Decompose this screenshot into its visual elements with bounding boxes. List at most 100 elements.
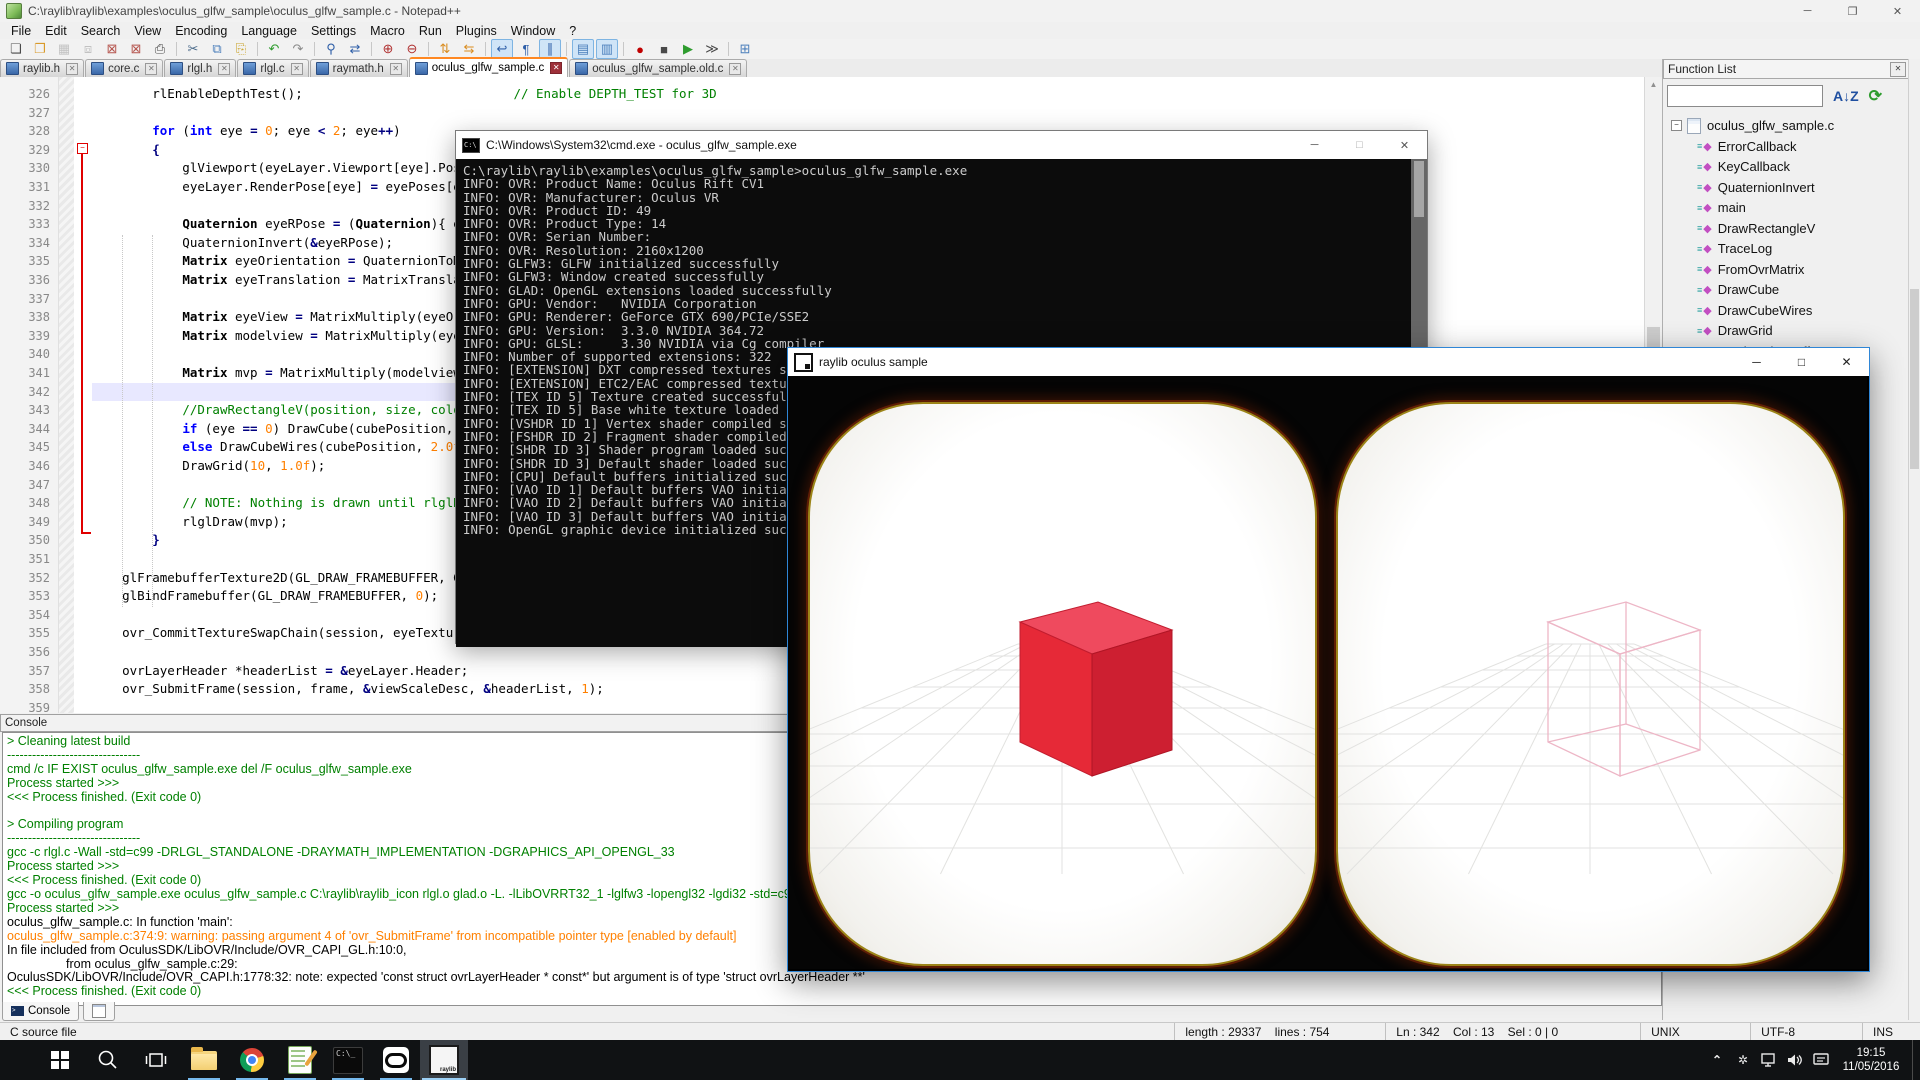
tab-close-icon[interactable]: ✕ — [390, 63, 402, 75]
tab-close-icon[interactable]: ✕ — [729, 63, 741, 75]
indent-guide-button[interactable]: ∥ — [539, 39, 561, 59]
cmd-minimize-button[interactable]: ─ — [1292, 131, 1337, 159]
menu-item-run[interactable]: Run — [412, 22, 449, 39]
start-button[interactable] — [36, 1040, 84, 1080]
tab-close-icon[interactable]: ✕ — [550, 62, 562, 74]
tree-collapse-icon[interactable]: − — [1671, 120, 1682, 131]
doc-panel-tab[interactable] — [83, 1002, 115, 1021]
cut-button[interactable]: ✂ — [182, 39, 204, 59]
word-wrap-button[interactable]: ↩ — [491, 39, 513, 59]
menu-item-encoding[interactable]: Encoding — [168, 22, 234, 39]
cmd-scrollbar-thumb[interactable] — [1414, 161, 1424, 217]
tab-rlgl.h[interactable]: rlgl.h✕ — [164, 59, 236, 77]
cmd-maximize-button[interactable]: □ — [1337, 131, 1382, 159]
cmd-titlebar[interactable]: C:\ C:\Windows\System32\cmd.exe - oculus… — [456, 131, 1427, 159]
function-list-item-KeyCallback[interactable]: ≡◆KeyCallback — [1663, 157, 1909, 178]
cmd-close-button[interactable]: ✕ — [1382, 131, 1427, 159]
tab-close-icon[interactable]: ✕ — [218, 63, 230, 75]
raylib-maximize-button[interactable]: □ — [1779, 348, 1824, 376]
taskbar-item-cmd[interactable]: C:\_ — [324, 1040, 372, 1080]
replace-button[interactable]: ⇄ — [344, 39, 366, 59]
find-button[interactable]: ⚲ — [320, 39, 342, 59]
hidden-icons-chevron[interactable]: ⌃ — [1704, 1040, 1730, 1080]
fold-collapse-icon[interactable]: − — [77, 143, 88, 154]
defender-icon[interactable]: ✲ — [1730, 1040, 1756, 1080]
undo-button[interactable]: ↶ — [263, 39, 285, 59]
network-icon[interactable] — [1756, 1040, 1782, 1080]
scrollbar-up-arrow-icon[interactable]: ▲ — [1645, 77, 1662, 93]
function-list-toggle-button[interactable]: ▤ — [572, 39, 594, 59]
npp-titlebar[interactable]: C:\raylib\raylib\examples\oculus_glfw_sa… — [0, 0, 1920, 22]
close-all-button[interactable]: ⊠ — [125, 39, 147, 59]
paste-button[interactable]: ⎘ — [230, 39, 252, 59]
function-list-item-DrawGrid[interactable]: ≡◆DrawGrid — [1663, 321, 1909, 342]
play-macro-button[interactable]: ▶ — [677, 39, 699, 59]
zoom-in-button[interactable]: ⊕ — [377, 39, 399, 59]
new-file-button[interactable]: ❏ — [5, 39, 27, 59]
menu-item-language[interactable]: Language — [234, 22, 304, 39]
close-file-button[interactable]: ⊠ — [101, 39, 123, 59]
menu-item-search[interactable]: Search — [74, 22, 128, 39]
run-macro-multiple-button[interactable]: ≫ — [701, 39, 723, 59]
tab-oculus_glfw_sample.c[interactable]: oculus_glfw_sample.c✕ — [409, 57, 569, 77]
menu-item-settings[interactable]: Settings — [304, 22, 363, 39]
save-all-button[interactable]: ⧈ — [77, 39, 99, 59]
taskbar-item-file-explorer[interactable] — [180, 1040, 228, 1080]
zoom-out-button[interactable]: ⊖ — [401, 39, 423, 59]
redo-button[interactable]: ↷ — [287, 39, 309, 59]
tab-core.c[interactable]: core.c✕ — [85, 59, 163, 77]
function-list-search-input[interactable] — [1667, 85, 1823, 107]
function-list-scrollbar-thumb[interactable] — [1910, 289, 1919, 469]
copy-button[interactable]: ⧉ — [206, 39, 228, 59]
print-button[interactable]: ⎙ — [149, 39, 171, 59]
function-list-scrollbar[interactable] — [1908, 59, 1920, 1020]
function-list-item-DrawCube[interactable]: ≡◆DrawCube — [1663, 280, 1909, 301]
raylib-close-button[interactable]: ✕ — [1824, 348, 1869, 376]
function-list-item-TraceLog[interactable]: ≡◆TraceLog — [1663, 239, 1909, 260]
function-list-item-main[interactable]: ≡◆main — [1663, 198, 1909, 219]
npp-close-button[interactable]: ✕ — [1875, 0, 1920, 22]
tab-close-icon[interactable]: ✕ — [145, 63, 157, 75]
action-center-icon[interactable] — [1808, 1040, 1834, 1080]
raylib-minimize-button[interactable]: ─ — [1734, 348, 1779, 376]
raylib-titlebar[interactable]: raylib oculus sample ─ □ ✕ — [788, 348, 1869, 376]
sync-horizontal-button[interactable]: ⇆ — [458, 39, 480, 59]
function-list-item-DrawRectangleV[interactable]: ≡◆DrawRectangleV — [1663, 218, 1909, 239]
volume-icon[interactable] — [1782, 1040, 1808, 1080]
function-list-item-DrawCubeWires[interactable]: ≡◆DrawCubeWires — [1663, 300, 1909, 321]
taskbar-item-chrome[interactable] — [228, 1040, 276, 1080]
function-list-item-ErrorCallback[interactable]: ≡◆ErrorCallback — [1663, 136, 1909, 157]
function-list-close-icon[interactable]: ✕ — [1890, 62, 1906, 77]
function-list-item-QuaternionInvert[interactable]: ≡◆QuaternionInvert — [1663, 177, 1909, 198]
sort-az-icon[interactable]: A↓Z — [1833, 88, 1859, 104]
menu-item-window[interactable]: Window — [504, 22, 562, 39]
npp-maximize-button[interactable]: ❐ — [1830, 0, 1875, 22]
tab-oculus_glfw_sample.old.c[interactable]: oculus_glfw_sample.old.c✕ — [569, 59, 747, 77]
tab-raymath.h[interactable]: raymath.h✕ — [310, 59, 408, 77]
menu-item-edit[interactable]: Edit — [38, 22, 74, 39]
taskbar-item-notepad-plus-plus[interactable] — [276, 1040, 324, 1080]
tab-rlgl.c[interactable]: rlgl.c✕ — [237, 59, 308, 77]
menu-item-file[interactable]: File — [4, 22, 38, 39]
open-file-button[interactable]: ❐ — [29, 39, 51, 59]
taskbar-search-button[interactable] — [84, 1040, 132, 1080]
menu-item-macro[interactable]: Macro — [363, 22, 412, 39]
show-all-characters-button[interactable]: ¶ — [515, 39, 537, 59]
save-button[interactable]: ▦ — [53, 39, 75, 59]
function-list-item-FromOvrMatrix[interactable]: ≡◆FromOvrMatrix — [1663, 259, 1909, 280]
document-map-button[interactable]: ▥ — [596, 39, 618, 59]
sync-vertical-button[interactable]: ⇅ — [434, 39, 456, 59]
record-macro-button[interactable]: ● — [629, 39, 651, 59]
tab-close-icon[interactable]: ✕ — [291, 63, 303, 75]
refresh-icon[interactable]: ⟳ — [1869, 86, 1882, 106]
function-list-root[interactable]: −oculus_glfw_sample.c — [1663, 115, 1909, 136]
taskbar-clock[interactable]: 19:15 11/05/2016 — [1834, 1046, 1912, 1074]
show-desktop-button[interactable] — [1912, 1040, 1920, 1080]
stop-macro-button[interactable]: ■ — [653, 39, 675, 59]
doc-switcher-button[interactable]: ⊞ — [734, 39, 756, 59]
menu-item-view[interactable]: View — [127, 22, 168, 39]
menu-item-help[interactable]: ? — [562, 22, 583, 39]
taskbar-item-raylib[interactable] — [420, 1040, 468, 1080]
taskbar-item-oculus[interactable] — [372, 1040, 420, 1080]
task-view-button[interactable] — [132, 1040, 180, 1080]
